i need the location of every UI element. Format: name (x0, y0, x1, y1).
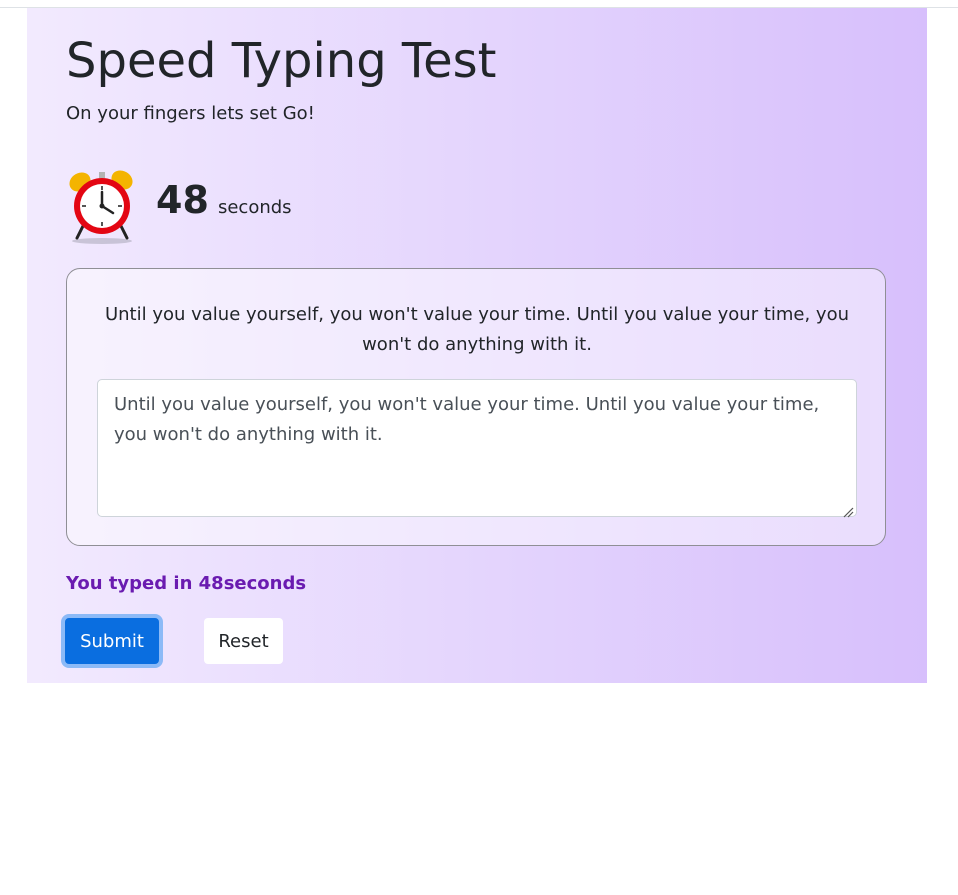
result-message: You typed in 48seconds (66, 573, 307, 594)
page-subtitle: On your fingers lets set Go! (66, 103, 315, 124)
timer-value: 48 (156, 178, 209, 222)
reset-button[interactable]: Reset (204, 618, 283, 664)
submit-button[interactable]: Submit (65, 618, 159, 664)
resize-handle-icon[interactable] (842, 503, 854, 518)
typing-input[interactable] (97, 379, 857, 517)
timer-display: 48 seconds (156, 176, 292, 224)
alarm-clock-icon (64, 166, 140, 246)
timer-unit: seconds (217, 197, 292, 218)
page-title: Speed Typing Test (66, 33, 497, 89)
quote-text: Until you value yourself, you won't valu… (104, 304, 850, 355)
